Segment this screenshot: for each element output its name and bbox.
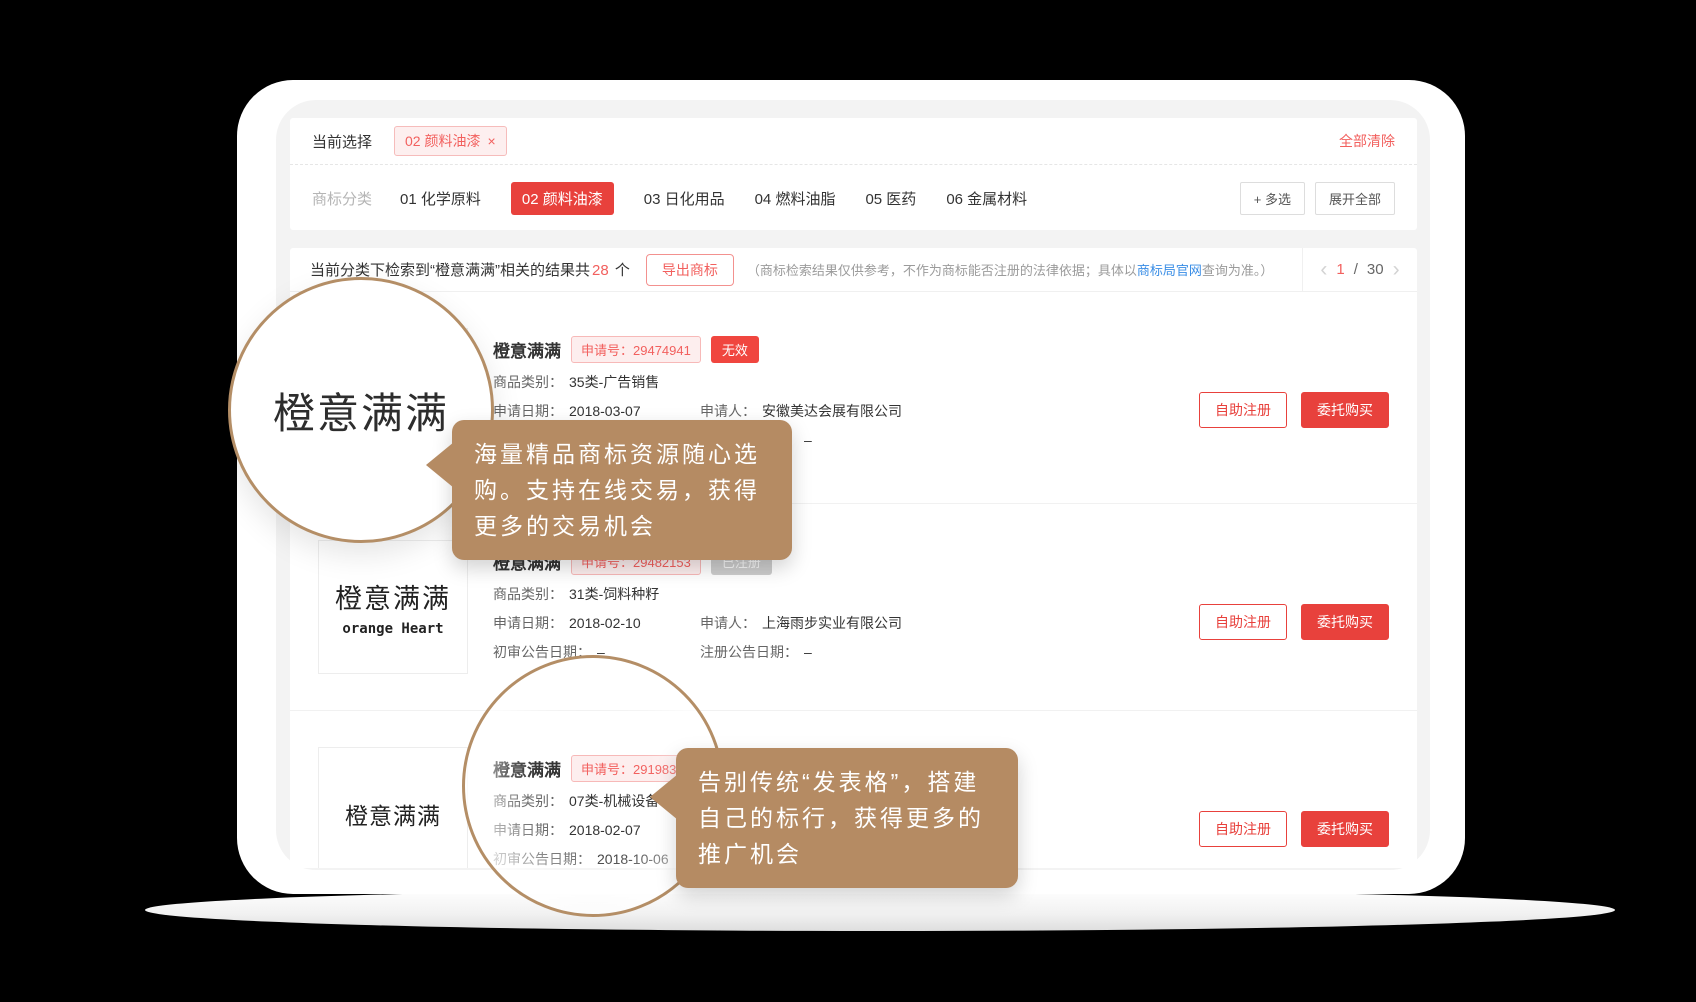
category-tab-04[interactable]: 04 燃料油脂 <box>755 188 836 209</box>
applicant-value: 上海雨步实业有限公司 <box>762 614 902 633</box>
first-notice-value: – <box>597 643 605 662</box>
reg-notice-value: – <box>804 643 812 662</box>
self-register-button[interactable]: 自助注册 <box>1199 604 1287 640</box>
tooltip-arrow-left-icon <box>650 774 678 820</box>
disclaimer-pre: （商标检索结果仅供参考，不作为商标能否注册的法律依据；具体以 <box>747 263 1137 278</box>
thumb-cn-text: 橙意满满 <box>335 577 451 616</box>
applicant-value: 安徽美达会展有限公司 <box>762 402 902 421</box>
app-no-label: 申请号： <box>581 762 633 777</box>
first-notice-value: 2018-10-06 <box>597 850 669 868</box>
disclaimer-post: 查询为准。） <box>1202 263 1274 278</box>
category-tabs: 01 化学原料 02 颜料油漆 03 日化用品 04 燃料油脂 05 医药 06… <box>400 182 1027 215</box>
applicant-label: 申请人： <box>700 402 756 421</box>
prev-page-icon[interactable]: ‹ <box>1320 259 1327 280</box>
multi-select-button[interactable]: + 多选 <box>1240 182 1305 215</box>
apply-date-label: 申请日期： <box>493 614 563 633</box>
trademark-name: 橙意满满 <box>493 756 561 781</box>
trademark-thumb: 橙意满满 <box>318 747 468 868</box>
expand-all-button[interactable]: 展开全部 <box>1315 182 1395 215</box>
category-label: 商品类别： <box>493 373 563 392</box>
apply-date-label: 申请日期： <box>493 402 563 421</box>
next-page-icon[interactable]: › <box>1393 259 1400 280</box>
category-value: 35类-广告销售 <box>569 373 659 392</box>
current-selection-label: 当前选择 <box>312 131 372 152</box>
status-badge: 无效 <box>711 336 759 363</box>
apply-date-value: 2018-02-10 <box>569 614 641 633</box>
results-count: 28 <box>590 262 611 279</box>
self-register-button[interactable]: 自助注册 <box>1199 392 1287 428</box>
category-tab-06[interactable]: 06 金属材料 <box>946 188 1027 209</box>
category-tab-05[interactable]: 05 医药 <box>865 188 916 209</box>
category-value: 31类-饲料种籽 <box>569 585 659 604</box>
current-page: 1 <box>1336 261 1344 278</box>
entrust-buy-button[interactable]: 委托购买 <box>1301 392 1389 428</box>
apply-date-value: 2018-03-07 <box>569 402 641 421</box>
current-selection-row: 当前选择 02 颜料油漆 × 全部清除 <box>290 118 1417 165</box>
category-row: 商标分类 01 化学原料 02 颜料油漆 03 日化用品 04 燃料油脂 05 … <box>290 166 1417 230</box>
trademark-detail: 橙意满满 申请号：29482153 已注册 商品类别：31类-饲料种籽 申请日期… <box>493 548 902 662</box>
application-number-tag: 申请号：29474941 <box>571 336 701 363</box>
results-unit: 个 <box>611 262 630 279</box>
apply-date-value: 2018-02-07 <box>569 821 641 840</box>
entrust-buy-button[interactable]: 委托购买 <box>1301 811 1389 847</box>
thumb-cn-text: 橙意满满 <box>345 797 441 831</box>
self-register-button[interactable]: 自助注册 <box>1199 811 1287 847</box>
app-no-label: 申请号： <box>581 343 633 358</box>
results-header: 当前分类下检索到“橙意满满”相关的结果共28 个 导出商标 （商标检索结果仅供参… <box>290 248 1417 292</box>
first-notice-label: 初审公告日期： <box>493 850 591 868</box>
selected-category-tag-label: 02 颜料油漆 <box>405 131 480 151</box>
pagination: ‹ 1 / 30 › <box>1302 248 1417 291</box>
tooltip-promotion: 告别传统“发表格”，搭建自己的标行，获得更多的推广机会 <box>676 748 1018 888</box>
trademark-name: 橙意满满 <box>493 337 561 362</box>
category-label: 商品类别： <box>493 585 563 604</box>
category-tab-01[interactable]: 01 化学原料 <box>400 188 481 209</box>
trademark-thumb: 橙意满满 orange Heart <box>318 540 468 674</box>
clear-all-link[interactable]: 全部清除 <box>1339 131 1395 151</box>
total-pages: 30 <box>1367 261 1384 278</box>
category-tab-03[interactable]: 03 日化用品 <box>644 188 725 209</box>
category-label: 商品类别： <box>493 792 563 811</box>
trademark-office-link[interactable]: 商标局官网 <box>1137 263 1202 278</box>
disclaimer-text: （商标检索结果仅供参考，不作为商标能否注册的法律依据；具体以商标局官网查询为准。… <box>747 260 1274 279</box>
remove-tag-icon[interactable]: × <box>487 133 495 149</box>
applicant-label: 申请人： <box>700 614 756 633</box>
tooltip-marketplace: 海量精品商标资源随心选购。支持在线交易，获得更多的交易机会 <box>452 420 792 560</box>
filter-actions: + 多选 展开全部 <box>1240 182 1395 215</box>
reg-notice-value: – <box>804 431 812 450</box>
tooltip-text: 告别传统“发表格”，搭建自己的标行，获得更多的推广机会 <box>698 769 984 867</box>
tooltip-text: 海量精品商标资源随心选购。支持在线交易，获得更多的交易机会 <box>474 441 760 539</box>
magnified-trademark-text: 橙意满满 <box>273 380 449 441</box>
app-no-value: 29474941 <box>633 343 691 358</box>
entrust-buy-button[interactable]: 委托购买 <box>1301 604 1389 640</box>
thumb-en-text: orange Heart <box>342 621 443 637</box>
category-tab-02-selected[interactable]: 02 颜料油漆 <box>511 182 614 215</box>
filter-card: 当前选择 02 颜料油漆 × 全部清除 商标分类 01 化学原料 02 颜料油漆… <box>290 118 1417 230</box>
first-notice-label: 初审公告日期： <box>493 643 591 662</box>
reg-notice-label: 注册公告日期： <box>700 643 798 662</box>
laptop-base <box>145 889 1615 931</box>
page-separator: / <box>1354 261 1358 278</box>
page: 当前选择 02 颜料油漆 × 全部清除 商标分类 01 化学原料 02 颜料油漆… <box>0 0 1696 1002</box>
tooltip-arrow-left-icon <box>426 442 454 488</box>
apply-date-label: 申请日期： <box>493 821 563 840</box>
category-row-label: 商标分类 <box>312 188 372 209</box>
selected-category-tag[interactable]: 02 颜料油漆 × <box>394 126 507 156</box>
export-trademark-button[interactable]: 导出商标 <box>646 254 734 286</box>
category-value: 07类-机械设备 <box>569 792 659 811</box>
